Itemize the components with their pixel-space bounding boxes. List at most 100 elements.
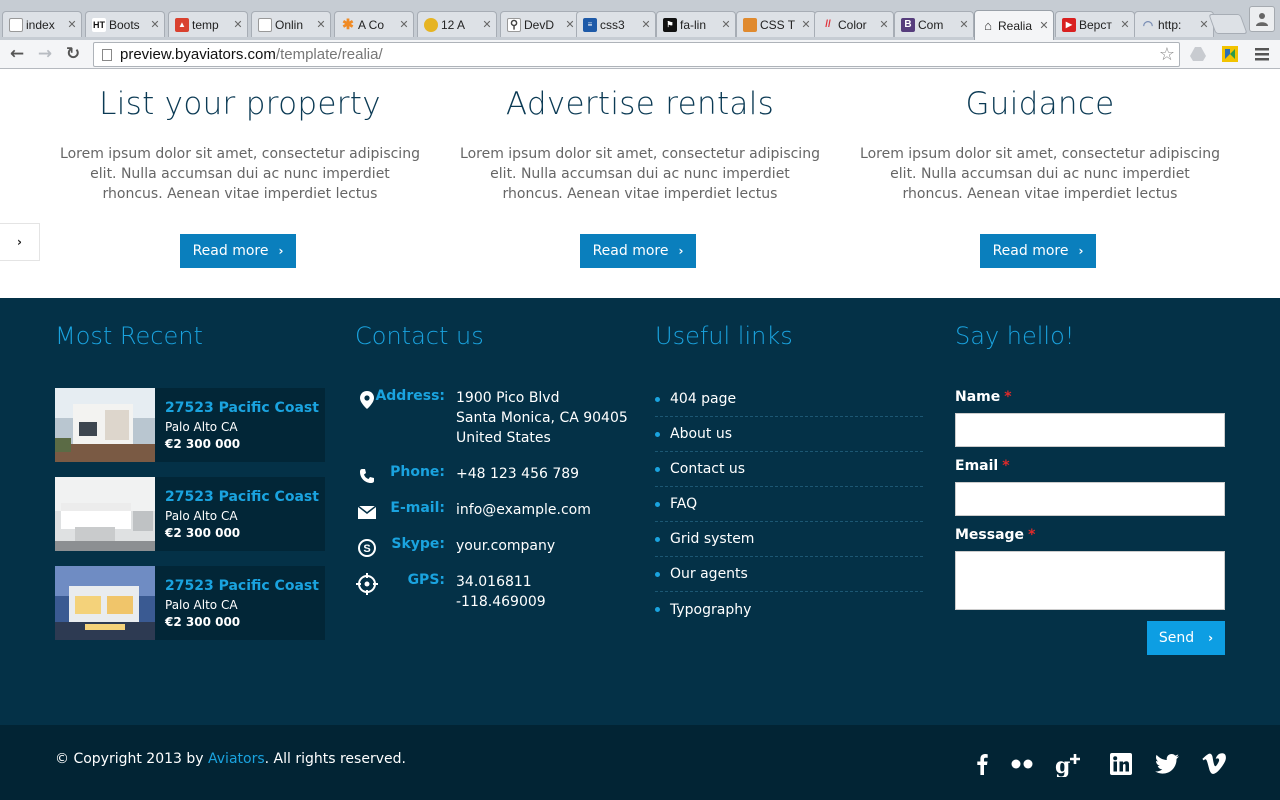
copyright-prefix: © Copyright 2013 by <box>55 751 209 767</box>
required-mark: * <box>1028 527 1036 543</box>
close-icon[interactable]: ✕ <box>879 18 889 31</box>
browser-tab-active[interactable]: ⌂ Realia ✕ <box>974 10 1054 40</box>
close-icon[interactable]: ✕ <box>721 18 731 31</box>
name-label-text: Name <box>955 389 1001 405</box>
tab-title: Color <box>838 17 867 32</box>
link-404-page[interactable]: 404 page <box>655 382 923 417</box>
phone-value[interactable]: +48 123 456 789 <box>456 464 579 484</box>
browser-tab[interactable]: ⚑ fa-lin ✕ <box>656 11 736 37</box>
close-icon[interactable]: ✕ <box>1120 18 1130 31</box>
property-price: €2 300 000 <box>165 437 241 451</box>
email-field[interactable] <box>955 482 1225 516</box>
browser-tab[interactable]: ⚲ DevD ✕ <box>500 11 580 37</box>
browser-tab[interactable]: ≡ css3 ✕ <box>576 11 656 37</box>
recent-property[interactable]: 27523 Pacific Coast Palo Alto CA €2 300 … <box>55 566 325 640</box>
contact-skype: S Skype: your.company <box>355 536 635 560</box>
property-name[interactable]: 27523 Pacific Coast <box>165 578 319 594</box>
link-our-agents[interactable]: Our agents <box>655 557 923 592</box>
message-field[interactable] <box>955 551 1225 610</box>
vimeo-icon[interactable] <box>1199 749 1229 779</box>
property-thumbnail[interactable] <box>55 388 155 462</box>
name-field-label: Name * <box>955 389 1012 405</box>
page-viewport: List your property Lorem ipsum dolor sit… <box>0 70 1280 800</box>
facebook-icon[interactable] <box>967 749 997 779</box>
drive-icon[interactable] <box>1189 45 1207 63</box>
tab-title: Onlin <box>275 17 304 32</box>
link-faq[interactable]: FAQ <box>655 487 923 522</box>
close-icon[interactable]: ✕ <box>482 18 492 31</box>
aviators-link[interactable]: Aviators <box>208 751 265 767</box>
browser-tab[interactable]: ◠ http: ✕ <box>1134 11 1214 37</box>
back-button[interactable]: ← <box>6 43 28 65</box>
close-icon[interactable]: ✕ <box>67 18 77 31</box>
browser-tab[interactable]: index ✕ <box>2 11 82 37</box>
bootstrap-icon: B <box>901 17 915 32</box>
property-thumbnail[interactable] <box>55 477 155 551</box>
bookmark-star-icon[interactable]: ☆ <box>1159 44 1175 65</box>
menu-icon[interactable] <box>1253 45 1271 63</box>
link-grid-system[interactable]: Grid system <box>655 522 923 557</box>
skype-value[interactable]: your.company <box>456 536 555 556</box>
reload-button[interactable]: ↻ <box>62 43 84 65</box>
feature-title: Guidance <box>965 86 1115 122</box>
send-label: Send <box>1158 630 1195 646</box>
link-typography[interactable]: Typography <box>655 592 923 627</box>
property-name[interactable]: 27523 Pacific Coast <box>165 489 319 505</box>
features-section: List your property Lorem ipsum dolor sit… <box>0 70 1280 298</box>
read-more-button[interactable]: Read more › <box>980 234 1096 268</box>
browser-tab[interactable]: 12 A ✕ <box>417 11 497 37</box>
browser-tab[interactable]: ✱ A Co ✕ <box>334 11 414 37</box>
new-tab-button[interactable] <box>1208 14 1248 34</box>
envelope-icon <box>355 500 379 524</box>
close-icon[interactable]: ✕ <box>399 18 409 31</box>
house-icon: ⌂ <box>984 18 992 33</box>
address-bar[interactable]: preview.byaviators.com/template/realia/ … <box>93 42 1180 67</box>
flickr-icon[interactable] <box>1007 749 1037 779</box>
link-contact-us[interactable]: Contact us <box>655 452 923 487</box>
browser-toolbar: ← → ↻ preview.byaviators.com/template/re… <box>0 40 1280 69</box>
tab-title: css3 <box>600 17 625 32</box>
profile-button[interactable] <box>1249 6 1275 32</box>
browser-tab[interactable]: HT Boots ✕ <box>85 11 165 37</box>
recent-property[interactable]: 27523 Pacific Coast Palo Alto CA €2 300 … <box>55 477 325 551</box>
property-thumbnail[interactable] <box>55 566 155 640</box>
address-label: Address: <box>375 388 445 404</box>
link-about-us[interactable]: About us <box>655 417 923 452</box>
close-icon[interactable]: ✕ <box>641 18 651 31</box>
gps-label: GPS: <box>407 572 445 588</box>
browser-tab[interactable]: // Color ✕ <box>814 11 894 37</box>
browser-tab[interactable]: Onlin ✕ <box>251 11 331 37</box>
close-icon[interactable]: ✕ <box>1199 18 1209 31</box>
browser-tab[interactable]: ▲ temp ✕ <box>168 11 248 37</box>
twitter-icon[interactable] <box>1152 749 1182 779</box>
name-field[interactable] <box>955 413 1225 447</box>
extension-icon[interactable] <box>1221 45 1239 63</box>
close-icon[interactable]: ✕ <box>565 18 575 31</box>
reload-icon: ↻ <box>65 44 81 64</box>
send-button[interactable]: Send › <box>1147 621 1225 655</box>
close-icon[interactable]: ✕ <box>150 18 160 31</box>
email-value[interactable]: info@example.com <box>456 500 591 520</box>
recent-property[interactable]: 27523 Pacific Coast Palo Alto CA €2 300 … <box>55 388 325 462</box>
forward-button[interactable]: → <box>34 43 56 65</box>
url-path: /template/realia/ <box>275 46 383 63</box>
youtube-icon: ▶ <box>1062 17 1076 32</box>
property-name[interactable]: 27523 Pacific Coast <box>165 400 319 416</box>
feature-title: Advertise rentals <box>505 86 775 122</box>
phone-label: Phone: <box>390 464 445 480</box>
side-panel-toggle[interactable]: › <box>0 223 40 261</box>
close-icon[interactable]: ✕ <box>959 18 969 31</box>
close-icon[interactable]: ✕ <box>233 18 243 31</box>
search-icon: ⚲ <box>507 17 521 32</box>
read-more-button[interactable]: Read more › <box>180 234 296 268</box>
browser-tab[interactable]: ▶ Верст ✕ <box>1055 11 1135 37</box>
linkedin-icon[interactable] <box>1106 749 1136 779</box>
copyright-suffix: . All rights reserved. <box>264 751 406 767</box>
close-icon[interactable]: ✕ <box>1039 19 1049 32</box>
read-more-button[interactable]: Read more › <box>580 234 696 268</box>
google-plus-icon[interactable]: g <box>1055 749 1085 779</box>
close-icon[interactable]: ✕ <box>801 18 811 31</box>
browser-tab[interactable]: B Com ✕ <box>894 11 974 37</box>
close-icon[interactable]: ✕ <box>316 18 326 31</box>
browser-tab[interactable]: CSS T ✕ <box>736 11 816 37</box>
